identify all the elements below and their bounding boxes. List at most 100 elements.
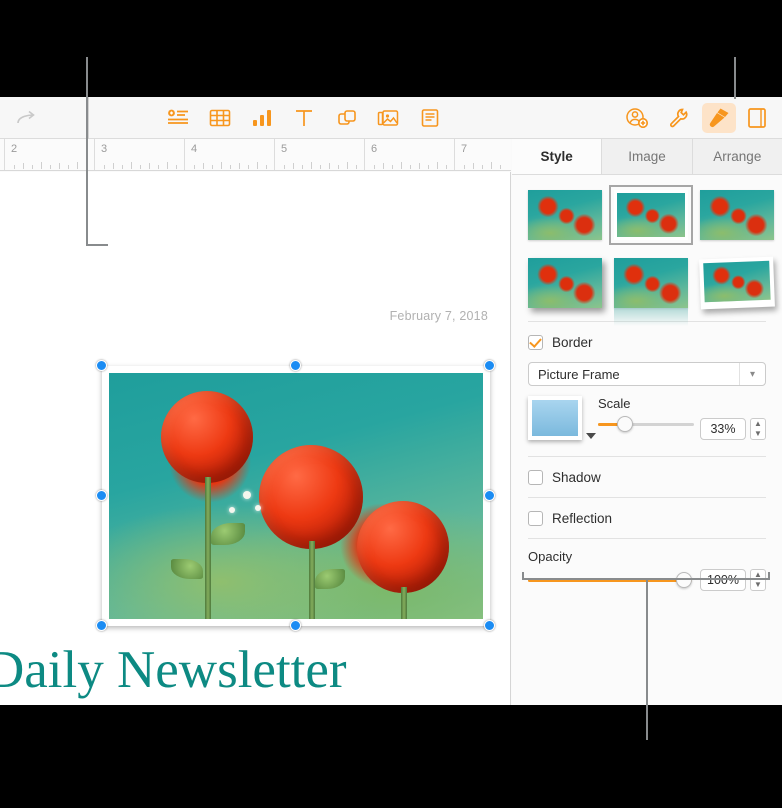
insert-chart-icon[interactable] xyxy=(241,97,283,139)
tab-image[interactable]: Image xyxy=(602,139,693,174)
style-swatch-cell xyxy=(699,256,775,310)
style-thumbnail xyxy=(528,258,602,308)
insert-table-icon[interactable] xyxy=(199,97,241,139)
ruler-ticks xyxy=(275,161,364,169)
stepper-up-icon[interactable]: ▲ xyxy=(754,420,762,428)
ruler-mark: 4 xyxy=(191,143,198,155)
ruler-mark: 7 xyxy=(461,143,468,155)
style-thumbnail xyxy=(703,260,771,303)
scale-label: Scale xyxy=(598,396,631,411)
toolbar xyxy=(0,97,782,139)
insert-list-icon[interactable] xyxy=(157,97,199,139)
redo-icon[interactable] xyxy=(4,97,46,139)
style-thumbnail xyxy=(528,190,602,240)
border-type-value: Picture Frame xyxy=(538,366,620,382)
shadow-label: Shadow xyxy=(552,469,601,485)
insert-media-icon[interactable] xyxy=(367,97,409,139)
insert-shape-icon[interactable] xyxy=(325,97,367,139)
style-plain[interactable] xyxy=(528,190,602,240)
screenshot-root: 2 3 4 5 6 7 February 7, 2018 Daily Newsl… xyxy=(0,0,782,808)
border-color-swatch[interactable] xyxy=(528,396,582,440)
swatch-dropdown-arrow-icon[interactable] xyxy=(586,433,596,439)
scale-slider[interactable] xyxy=(598,416,694,432)
border-type-select[interactable]: Picture Frame ▾ xyxy=(528,362,766,386)
sidebar-tabs: Style Image Arrange xyxy=(512,139,782,175)
style-swatch-cell xyxy=(700,189,774,241)
ruler-segment: 2 xyxy=(4,139,94,170)
reflection-checkbox[interactable] xyxy=(528,510,543,526)
resize-handle-bottom-left[interactable] xyxy=(96,620,107,631)
opacity-slider[interactable] xyxy=(528,572,692,588)
collaborate-icon[interactable] xyxy=(616,97,658,139)
ruler-segment: 5 xyxy=(274,139,364,170)
reflection-label: Reflection xyxy=(552,510,613,526)
insert-comment-icon[interactable] xyxy=(409,97,451,139)
style-gray-frame[interactable] xyxy=(609,185,693,245)
selected-image[interactable] xyxy=(96,360,495,631)
border-checkbox[interactable] xyxy=(528,334,543,350)
style-drop-shadow[interactable] xyxy=(528,258,602,308)
style-thumbnail xyxy=(617,193,685,237)
scale-stepper[interactable]: ▲ ▼ xyxy=(750,418,766,440)
style-tilted-frame[interactable] xyxy=(699,256,775,310)
chevron-down-icon: ▾ xyxy=(739,363,765,385)
resize-handle-top-right[interactable] xyxy=(484,360,495,371)
ruler-mark: 6 xyxy=(371,143,378,155)
red-dahlia-flowers-photo xyxy=(109,373,483,619)
style-swatch-cell xyxy=(609,185,693,245)
ruler-ticks xyxy=(95,161,184,169)
document-date: February 7, 2018 xyxy=(389,309,488,323)
border-label: Border xyxy=(552,334,593,350)
resize-handle-top-center[interactable] xyxy=(290,360,301,371)
style-reflection[interactable] xyxy=(614,258,688,326)
toolbar-divider xyxy=(88,97,89,139)
stepper-down-icon[interactable]: ▼ xyxy=(754,581,762,589)
callout-line-panel xyxy=(646,578,648,740)
border-checkbox-row[interactable]: Border xyxy=(512,322,782,362)
style-swatch-cell xyxy=(528,257,602,309)
insert-text-icon[interactable] xyxy=(283,97,325,139)
ruler-ticks xyxy=(5,161,94,169)
ruler-segment: 3 xyxy=(94,139,184,170)
format-icon[interactable] xyxy=(702,102,736,133)
resize-handle-middle-right[interactable] xyxy=(484,490,495,501)
opacity-stepper[interactable]: ▲ ▼ xyxy=(750,569,766,591)
border-color-swatch-wrap[interactable] xyxy=(528,396,596,440)
opacity-label: Opacity xyxy=(528,549,573,564)
ruler-segment: 4 xyxy=(184,139,274,170)
reflection-checkbox-row[interactable]: Reflection xyxy=(512,498,782,538)
callout-bracket-left-tip xyxy=(522,572,524,580)
opacity-value-group: 100% ▲ ▼ xyxy=(700,569,766,591)
resize-handle-middle-left[interactable] xyxy=(96,490,107,501)
ruler[interactable]: 2 3 4 5 6 7 xyxy=(0,139,511,171)
style-thumbnail xyxy=(614,258,688,308)
slider-knob[interactable] xyxy=(617,416,634,432)
border-controls: Scale 33% ▲ ▼ xyxy=(512,386,782,440)
document-title[interactable]: Daily Newsletter xyxy=(0,640,347,700)
document-icon[interactable] xyxy=(736,97,778,139)
settings-icon[interactable] xyxy=(658,97,700,139)
callout-line-image xyxy=(86,57,88,246)
callout-line-image-horizontal xyxy=(86,244,108,246)
tab-style[interactable]: Style xyxy=(512,139,603,174)
shadow-checkbox[interactable] xyxy=(528,469,543,485)
callout-line-format-button xyxy=(734,57,736,99)
ruler-segment: 6 xyxy=(364,139,454,170)
callout-bracket-right-tip xyxy=(768,572,770,580)
ruler-ticks xyxy=(185,161,274,169)
opacity-value-input[interactable]: 100% xyxy=(700,569,746,591)
ruler-mark: 2 xyxy=(11,143,18,155)
ruler-ticks xyxy=(365,161,454,169)
document-canvas[interactable]: February 7, 2018 Daily Newsletter xyxy=(0,172,511,705)
shadow-checkbox-row[interactable]: Shadow xyxy=(512,457,782,497)
resize-handle-bottom-center[interactable] xyxy=(290,620,301,631)
stepper-down-icon[interactable]: ▼ xyxy=(754,430,762,438)
resize-handle-top-left[interactable] xyxy=(96,360,107,371)
tab-arrange[interactable]: Arrange xyxy=(693,139,782,174)
image-style-grid xyxy=(512,175,782,326)
style-swatch-cell xyxy=(614,257,688,326)
resize-handle-bottom-right[interactable] xyxy=(484,620,495,631)
slider-knob[interactable] xyxy=(676,572,692,588)
scale-value-input[interactable]: 33% xyxy=(700,418,746,440)
style-white-frame[interactable] xyxy=(700,190,774,240)
